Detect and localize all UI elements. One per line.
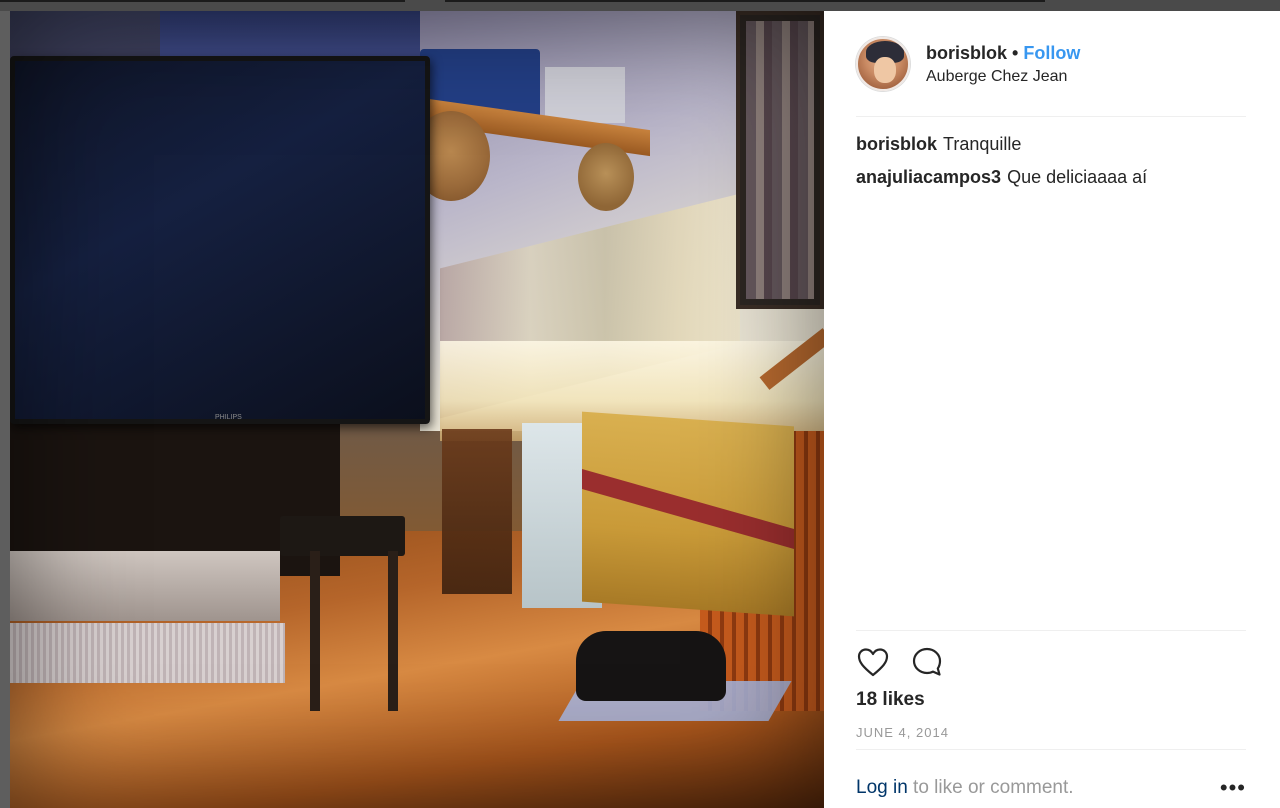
background-top-bar [0, 0, 1280, 11]
comment-item: anajuliacampos3 Que deliciaaaa aí [856, 166, 1246, 188]
post-footer: Log in to like or comment. ••• [856, 777, 1246, 799]
heart-icon[interactable] [856, 645, 890, 679]
likes-count[interactable]: 18 likes [856, 689, 925, 711]
comment-author-link[interactable]: anajuliacampos3 [856, 167, 1001, 187]
more-options-icon[interactable]: ••• [1220, 777, 1246, 799]
location-link[interactable]: Auberge Chez Jean [926, 68, 1080, 86]
post-modal: PHILIPS borisblok • Follow Auberge Chez … [10, 11, 1280, 808]
login-prompt-text: to like or comment. [907, 777, 1074, 798]
actions-divider [856, 630, 1246, 631]
comment-author-link[interactable]: borisblok [856, 134, 937, 154]
avatar[interactable] [856, 37, 910, 91]
comment-item: borisblok Tranquille [856, 133, 1246, 155]
login-prompt: Log in to like or comment. [856, 777, 1074, 799]
top-bar-segment [0, 0, 405, 2]
post-author-info: borisblok • Follow Auberge Chez Jean [926, 43, 1080, 86]
top-bar-segment [445, 0, 1045, 2]
post-actions [856, 645, 944, 679]
photo-vignette [10, 11, 824, 808]
comments-list: borisblok Tranquille anajuliacampos3 Que d… [856, 133, 1246, 199]
footer-divider [856, 749, 1246, 750]
post-sidebar: borisblok • Follow Auberge Chez Jean bor… [824, 11, 1280, 808]
post-date[interactable]: JUNE 4, 2014 [856, 725, 949, 740]
post-header: borisblok • Follow Auberge Chez Jean [856, 36, 1246, 92]
header-divider [856, 116, 1246, 117]
comment-bubble-icon[interactable] [910, 645, 944, 679]
post-photo[interactable]: PHILIPS [10, 11, 824, 808]
separator-dot: • [1012, 42, 1019, 63]
comment-text: Que deliciaaaa aí [1007, 167, 1148, 187]
follow-button[interactable]: Follow [1023, 43, 1080, 64]
comment-text: Tranquille [943, 134, 1022, 154]
login-link[interactable]: Log in [856, 777, 908, 798]
username-link[interactable]: borisblok [926, 43, 1007, 64]
